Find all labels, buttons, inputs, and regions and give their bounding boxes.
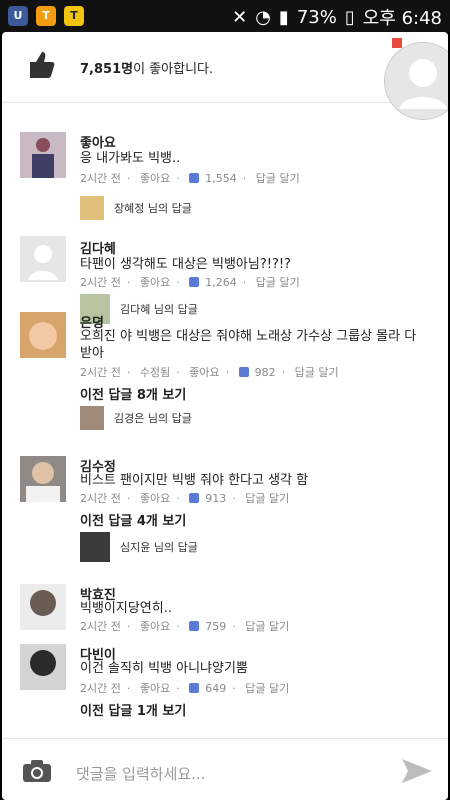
battery-percent: 73% [296,6,337,28]
comment-text: 이건 솔직히 빅뱅 아니냐양기뿜 [80,661,248,676]
like-link[interactable]: 좋아요 [140,682,170,695]
app-icon-u: U [8,6,28,26]
avatar[interactable] [20,132,66,178]
reply-preview[interactable]: 김경은 님의 답글 [80,406,192,430]
likes-summary[interactable]: 7,851명이 좋아합니다. [2,32,448,103]
default-user-icon [28,245,58,280]
wifi-icon: ◔ [255,6,271,28]
reply-link[interactable]: 답글 달기 [245,682,289,695]
like-link[interactable]: 좋아요 [140,172,170,185]
send-icon[interactable] [400,757,434,785]
reply-preview[interactable]: 심지윤 님의 답글 [80,532,198,562]
like-link[interactable]: 좋아요 [140,620,170,633]
avatar[interactable] [20,236,66,282]
thumbs-up-icon [30,52,55,78]
reply-avatar [80,406,104,430]
like-icon [238,367,249,377]
comment-meta: 2시간 전 · 좋아요 · 913 · 답글 달기 [80,492,290,505]
signal-icon: ▮ [278,6,289,28]
reply-avatar [80,196,104,220]
comment-meta: 2시간 전 · 좋아요 · 1,554 · 답글 달기 [80,172,300,185]
reply-link[interactable]: 답글 달기 [245,492,289,505]
like-link[interactable]: 좋아요 [140,276,170,289]
reply-link[interactable]: 답글 달기 [295,366,339,379]
comment-input-bar: 댓글을 입력하세요... [2,738,448,800]
comment-text: 빅뱅이지당연히.. [80,601,172,616]
mute-icon: ✕ [232,6,248,28]
comment-text: 비스트 팬이지만 빅뱅 줘야 한다고 생각 함 [80,473,309,488]
likes-text: 이 좋아합니다. [133,62,214,77]
comments-panel: 7,851명이 좋아합니다. 좋아요 응 내가봐도 빅뱅.. 2시간 전 · 좋아… [2,32,448,800]
avatar[interactable] [20,584,66,630]
comment-author[interactable]: 김다혜 [80,238,116,257]
app-icon-talk: T [36,6,56,26]
comment-text: 오희진 야 빅뱅은 대상은 줘야해 노래상 가수상 그룹상 몰라 다 받아 [80,329,417,361]
like-icon [189,621,200,631]
status-right: ✕ ◔ ▮ 73% ▯ 오후 6:48 [232,4,442,30]
avatar[interactable] [20,644,66,690]
reply-link[interactable]: 답글 달기 [256,172,300,185]
likes-count: 7,851명 [80,62,134,77]
like-icon [189,277,200,287]
comment-author[interactable]: 좋아요 [80,132,116,151]
reply-link[interactable]: 답글 달기 [245,620,289,633]
comment-text: 타팬이 생각해도 대상은 빅뱅아님?!?!? [80,257,291,272]
reply-preview[interactable]: 장혜정 님의 답글 [80,196,192,220]
battery-icon: ▯ [344,6,355,28]
comment-meta: 2시간 전 · 수정됨 · 좋아요 · 982 · 답글 달기 [80,366,339,379]
comment-input[interactable]: 댓글을 입력하세요... [76,763,205,784]
clock: 오후 6:48 [362,8,442,29]
comment-text: 응 내가봐도 빅뱅.. [80,151,181,166]
status-bar: U T T ✕ ◔ ▮ 73% ▯ 오후 6:48 [0,0,450,32]
my-profile-avatar[interactable] [384,42,448,120]
comment-meta: 2시간 전 · 좋아요 · 649 · 답글 달기 [80,682,290,695]
notification-badge [392,38,402,48]
like-link[interactable]: 좋아요 [140,492,170,505]
reply-avatar [80,532,110,562]
view-previous-replies[interactable]: 이전 답글 8개 보기 [80,384,186,403]
like-icon [189,683,200,693]
camera-icon[interactable] [22,759,52,783]
like-link[interactable]: 좋아요 [189,366,219,379]
view-previous-replies[interactable]: 이전 답글 1개 보기 [80,700,186,719]
view-previous-replies[interactable]: 이전 답글 4개 보기 [80,510,186,529]
reply-link[interactable]: 답글 달기 [256,276,300,289]
app-icon-talk2: T [64,6,84,26]
avatar[interactable] [20,456,66,502]
comment-meta: 2시간 전 · 좋아요 · 1,264 · 답글 달기 [80,276,300,289]
default-user-icon [399,59,447,109]
comment-meta: 2시간 전 · 좋아요 · 759 · 답글 달기 [80,620,290,633]
avatar[interactable] [20,312,66,358]
like-icon [189,173,200,183]
like-icon [189,493,200,503]
